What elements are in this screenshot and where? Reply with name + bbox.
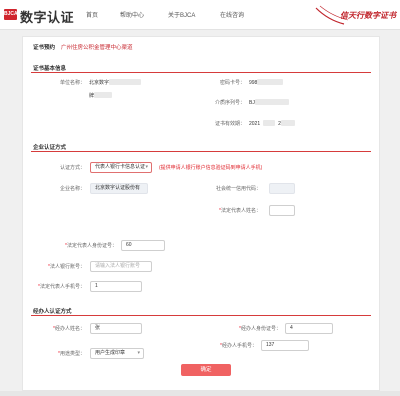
medium-serial-value: BJ [249, 99, 289, 106]
logo-mark: BJCA [4, 9, 18, 20]
top-navigation-bar: BJCA 数字认证 首页 帮助中心 关于BJCA 在线咨询 信天行数字证书 [0, 0, 400, 30]
legal-bank-account-input[interactable]: 请输入法人银行账号 [90, 261, 152, 272]
operator-phone-label: *经办人手机号： [220, 343, 257, 349]
brand-slogan: 信天行数字证书 [314, 4, 396, 26]
credit-code-field [269, 183, 295, 194]
brand-logo[interactable]: BJCA 数字认证 [4, 7, 74, 25]
credit-code-label: 社会统一信用代码： [215, 186, 261, 192]
operator-name-label: *经办人姓名： [53, 326, 85, 332]
nav-home[interactable]: 首页 [86, 10, 98, 19]
company-name-label: 企业名称： [59, 186, 85, 192]
nav-about-bjca[interactable]: 关于BJCA [168, 10, 195, 19]
legal-rep-name-input[interactable] [269, 205, 295, 216]
slogan-text: 信天行数字证书 [340, 10, 396, 20]
auth-method-select[interactable]: 代表人银行卡信息认证 ▾ [90, 162, 152, 173]
company-name-field: 北京数字认证股份有 [90, 183, 148, 194]
legal-rep-phone-label: *法定代表人手机号： [38, 284, 85, 290]
legal-rep-id-label: *法定代表人身份证号： [65, 243, 117, 249]
operator-name-input[interactable]: 张 [90, 323, 142, 334]
breadcrumb-value[interactable]: 广州住房公积金管理中心渠道 [61, 45, 133, 51]
legal-bank-account-label: *法人银行账号： [48, 264, 85, 270]
validity-label: 证书有效期： [214, 121, 245, 127]
purpose-type-select[interactable]: 用户生成印章 ▾ [90, 348, 144, 359]
validity-value: 2021 2 [249, 120, 295, 127]
purpose-type-label: *用途类型： [58, 351, 85, 357]
medium-serial-label: 介质序列号： [214, 100, 245, 106]
unit-name-value-line2: 牌 [89, 92, 113, 99]
section-title-cert-info: 证书基本信息 [33, 66, 67, 72]
card-number-value: 998 [249, 79, 284, 86]
chevron-down-icon: ▾ [145, 164, 148, 170]
section-title-operator: 经办人认证方式 [33, 309, 72, 315]
operator-phone-input[interactable]: 137 [261, 340, 309, 351]
operator-id-label: *经办人身份证号： [239, 326, 281, 332]
legal-rep-name-label: *法定代表人姓名： [219, 208, 261, 214]
logo-text: 数字认证 [20, 10, 75, 25]
section-divider [31, 72, 371, 73]
confirm-button[interactable]: 确定 [181, 364, 231, 376]
breadcrumb: 证书预约 广州住房公积金管理中心渠道 [33, 43, 133, 51]
nav-online-consult[interactable]: 在线咨询 [220, 10, 244, 19]
section-divider [31, 151, 371, 152]
section-title-enterprise: 企业认证方式 [33, 145, 67, 151]
auth-method-label: 认证方式： [59, 165, 85, 171]
page-footer [0, 391, 400, 396]
operator-id-input[interactable]: 4 [285, 323, 333, 334]
legal-rep-id-input[interactable]: 60 [121, 240, 165, 251]
reservation-form-card: 证书预约 广州住房公积金管理中心渠道 证书基本信息 单位名称： 北京数字 牌 密码… [22, 36, 380, 391]
card-number-label: 密码卡号： [219, 80, 245, 86]
legal-rep-phone-input[interactable]: 1 [90, 281, 142, 292]
breadcrumb-key: 证书预约 [33, 45, 56, 51]
section-divider [31, 315, 371, 316]
auth-method-hint: (提供申请人银行账户信息验证码到申请人手机) [159, 165, 263, 171]
nav-help-center[interactable]: 帮助中心 [120, 10, 144, 19]
unit-name-label: 单位名称： [59, 80, 85, 86]
chevron-down-icon: ▾ [137, 350, 140, 356]
unit-name-value: 北京数字 [89, 79, 142, 86]
